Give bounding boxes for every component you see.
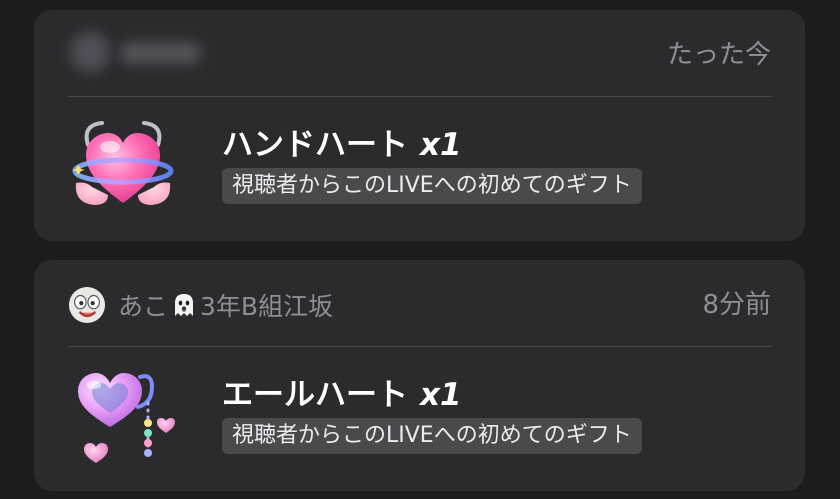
gift-row: ハンドハート x1 視聴者からこのLIVEへの初めてのギフト (68, 97, 771, 241)
gift-notification-card[interactable]: あこ 3年B組江坂 8分前 エールハート x1 視聴者からこのLIVEへの初めて… (34, 260, 805, 491)
notification-time: 8分前 (702, 290, 771, 320)
notification-header: あこ 3年B組江坂 8分前 (68, 260, 771, 346)
cheer-heart-icon (78, 373, 175, 463)
notification-header: たった今 (68, 10, 771, 96)
first-gift-badge: 視聴者からこのLIVEへの初めてのギフト (222, 418, 642, 454)
sender-name-suffix: 3年B組江坂 (200, 292, 334, 321)
sender-name-prefix: あこ (118, 292, 169, 321)
sender[interactable]: あこ 3年B組江坂 (68, 260, 333, 350)
gift-name: エールハート (222, 377, 408, 413)
notification-time: たった今 (666, 40, 771, 70)
first-gift-badge: 視聴者からこのLIVEへの初めてのギフト (222, 168, 642, 204)
gift-title: エールハート x1 (222, 369, 462, 414)
ghost-icon (175, 294, 194, 316)
gift-row: エールハート x1 視聴者からこのLIVEへの初めてのギフト (68, 347, 771, 491)
blurred-avatar (70, 32, 110, 72)
gift-notification-card[interactable]: たった今 ハンドハート x1 視聴者からこのLIVEへの初めてのギフト (34, 10, 805, 241)
avatar (68, 286, 106, 324)
sender-name: あこ 3年B組江坂 (118, 287, 333, 323)
gift-title: ハンドハート x1 (222, 119, 462, 164)
gift-quantity: x1 (420, 377, 462, 413)
hand-heart-icon (72, 121, 174, 205)
blurred-sender (68, 32, 208, 80)
gift-quantity: x1 (420, 127, 462, 163)
gift-name: ハンドハート (222, 127, 408, 163)
blurred-sender-name (120, 42, 200, 64)
